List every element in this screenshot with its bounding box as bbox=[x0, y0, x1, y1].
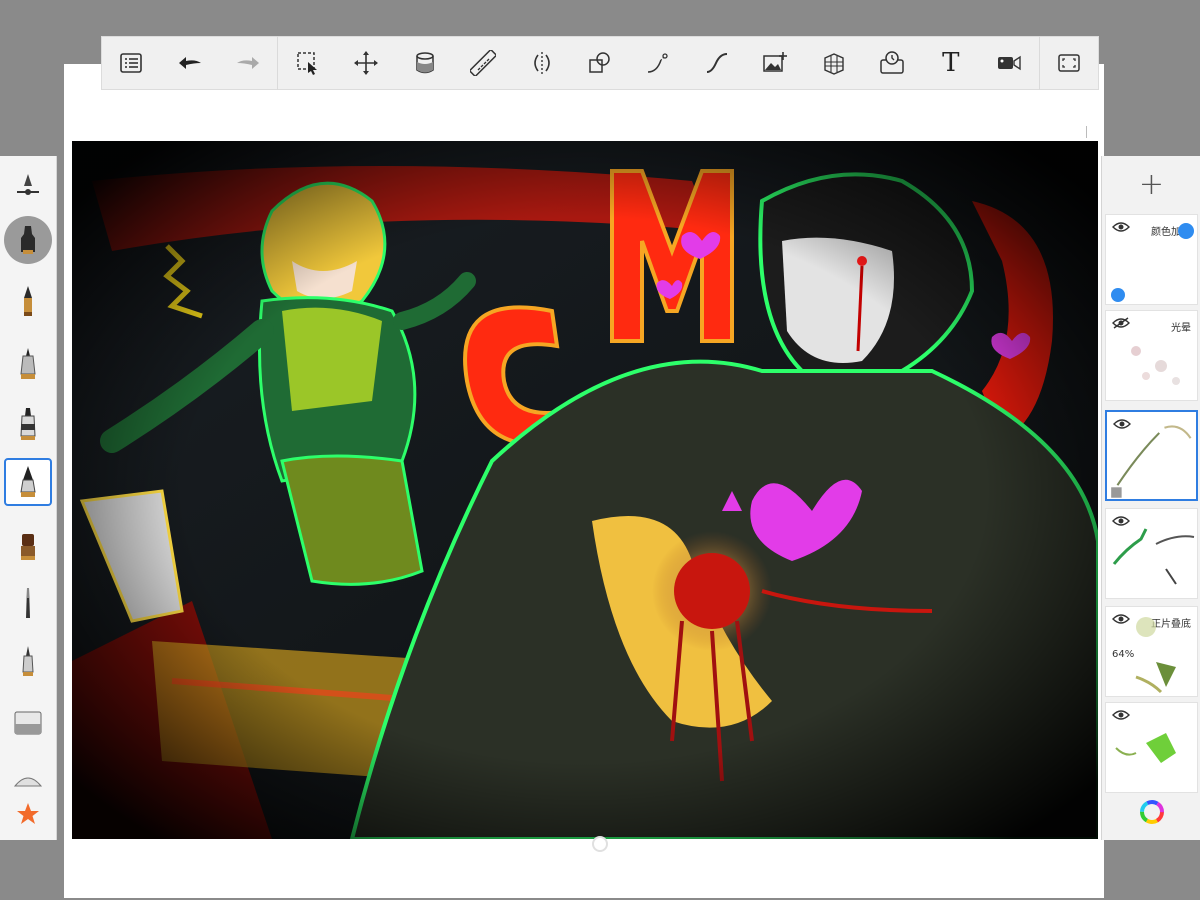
add-layer-glyph: + bbox=[1138, 166, 1165, 202]
selection-icon[interactable] bbox=[278, 36, 336, 90]
add-layer-button[interactable]: + bbox=[1102, 156, 1200, 212]
layer-item[interactable]: 光晕 bbox=[1105, 310, 1198, 401]
fine-tip-icon[interactable] bbox=[4, 638, 52, 686]
fill-icon[interactable] bbox=[395, 36, 453, 90]
layer-thumbnail bbox=[1111, 223, 1194, 302]
color-wheel-icon bbox=[1139, 800, 1164, 824]
canvas-rotate-handle[interactable] bbox=[592, 836, 608, 852]
pencil-icon[interactable] bbox=[4, 278, 52, 326]
layer-thumbnail bbox=[1135, 617, 1176, 694]
curve-icon[interactable] bbox=[629, 36, 687, 90]
layer-thumbnail bbox=[1131, 346, 1180, 385]
ruler-icon[interactable] bbox=[454, 36, 512, 90]
fullscreen-icon[interactable] bbox=[1040, 36, 1098, 90]
layer-item[interactable] bbox=[1105, 508, 1198, 599]
transform-icon[interactable] bbox=[337, 36, 395, 90]
brush-palette bbox=[0, 156, 57, 840]
layer-item[interactable]: 颜色加深 bbox=[1105, 214, 1198, 305]
smudge-icon[interactable] bbox=[4, 580, 52, 628]
artwork-canvas[interactable] bbox=[72, 141, 1098, 839]
layer-item[interactable] bbox=[1105, 410, 1198, 501]
perspective-icon[interactable] bbox=[805, 36, 863, 90]
favorite-star-icon[interactable] bbox=[4, 790, 52, 838]
artwork-illustration bbox=[72, 141, 1098, 839]
top-toolbar: T bbox=[101, 36, 1099, 90]
record-icon[interactable] bbox=[980, 36, 1038, 90]
page-corner-mark bbox=[1086, 126, 1087, 138]
undo-icon[interactable] bbox=[160, 36, 218, 90]
ballpoint-icon[interactable] bbox=[4, 340, 52, 388]
redo-icon[interactable] bbox=[219, 36, 277, 90]
color-wheel-button[interactable] bbox=[1102, 784, 1200, 840]
add-image-icon[interactable] bbox=[746, 36, 804, 90]
layer-item[interactable]: 正片叠底 64% bbox=[1105, 606, 1198, 697]
layer-item[interactable] bbox=[1105, 702, 1198, 793]
layer-thumbnail bbox=[1112, 528, 1195, 585]
layers-panel: + 颜色加深 光晕 正片叠底 64% bbox=[1101, 156, 1200, 840]
chisel-brush-icon[interactable] bbox=[4, 522, 52, 570]
marker-icon[interactable] bbox=[4, 400, 52, 448]
symmetry-icon[interactable] bbox=[512, 36, 570, 90]
layer-thumbnail bbox=[1115, 733, 1176, 763]
shape-icon[interactable] bbox=[571, 36, 629, 90]
time-lapse-icon[interactable] bbox=[863, 36, 921, 90]
text-tool-glyph: T bbox=[942, 48, 960, 78]
list-icon[interactable] bbox=[102, 36, 160, 90]
paintbrush-icon[interactable] bbox=[4, 458, 52, 506]
airbrush-icon[interactable] bbox=[4, 216, 52, 264]
brush-settings-icon[interactable] bbox=[4, 162, 52, 210]
stroke-icon[interactable] bbox=[688, 36, 746, 90]
eraser-icon[interactable] bbox=[4, 698, 52, 746]
text-icon[interactable]: T bbox=[922, 36, 980, 90]
layer-thumbnail bbox=[1111, 425, 1192, 498]
